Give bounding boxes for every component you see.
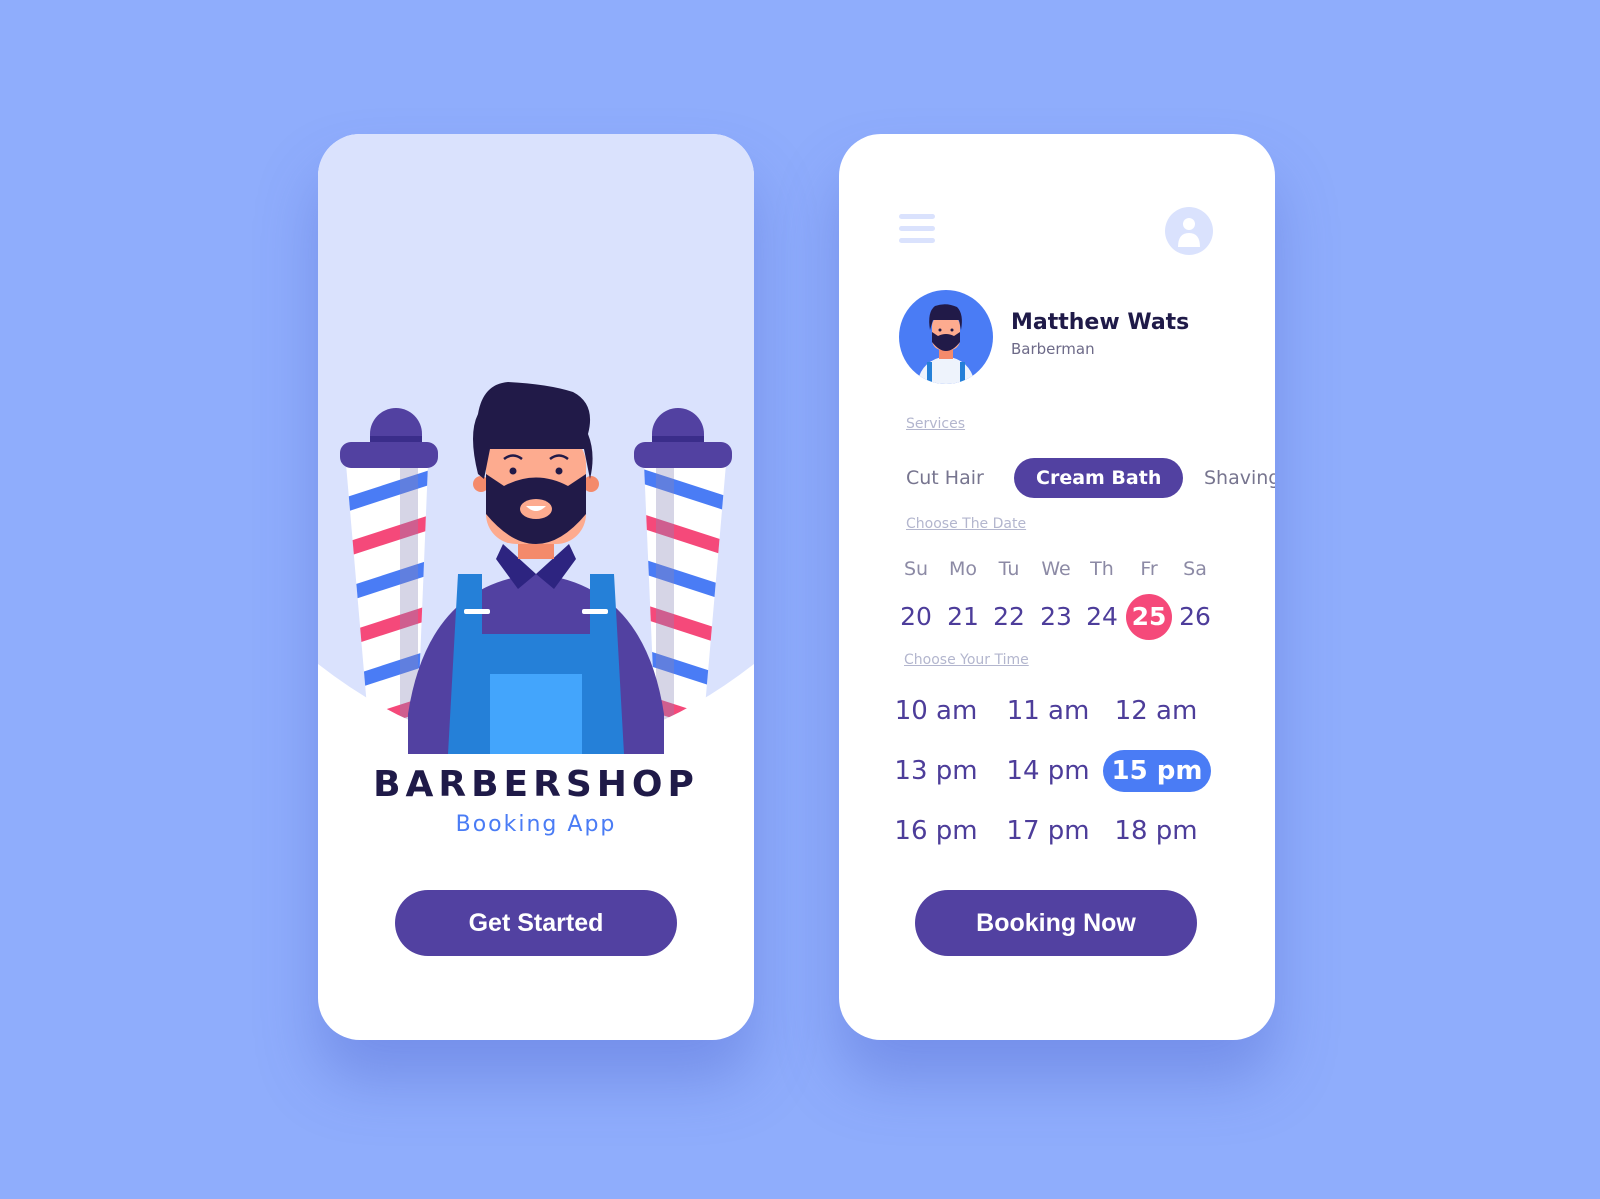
user-profile-icon[interactable] <box>1165 207 1213 255</box>
hamburger-menu-icon[interactable] <box>899 214 935 244</box>
app-subtitle: Booking App <box>455 812 617 837</box>
day-number: 21 <box>947 602 979 631</box>
services-list: Cut Hair Cream Bath Shaving <box>906 458 1275 502</box>
barber-role: Barberman <box>1011 340 1095 358</box>
day-sunday[interactable]: Su 20 <box>893 554 939 640</box>
day-name: We <box>1041 558 1071 580</box>
app-title: BARBERSHOP <box>373 764 699 805</box>
day-friday[interactable]: Fr 25 <box>1126 554 1172 640</box>
day-name: Tu <box>998 558 1020 580</box>
date-label: Choose The Date <box>906 516 1027 532</box>
day-monday[interactable]: Mo 21 <box>940 554 986 640</box>
day-number: 23 <box>1040 602 1072 631</box>
time-slot[interactable]: 12 am <box>1113 690 1199 732</box>
service-shaving[interactable]: Shaving <box>1204 458 1275 498</box>
time-slot[interactable]: 10 am <box>893 690 979 732</box>
get-started-button[interactable]: Get Started <box>395 890 677 956</box>
time-slot[interactable]: 14 pm <box>1005 750 1091 792</box>
booking-now-button[interactable]: Booking Now <box>915 890 1197 956</box>
day-tuesday[interactable]: Tu 22 <box>986 554 1032 640</box>
day-number: 26 <box>1179 602 1211 631</box>
day-name: Fr <box>1140 558 1158 580</box>
service-cut-hair[interactable]: Cut Hair <box>906 458 984 498</box>
booking-screen: Matthew Wats Barberman Services Cut Hair… <box>839 134 1275 1040</box>
services-label: Services <box>906 416 966 432</box>
day-name: Th <box>1090 558 1114 580</box>
day-saturday[interactable]: Sa 26 <box>1172 554 1218 640</box>
day-thursday[interactable]: Th 24 <box>1079 554 1125 640</box>
time-slot-selected[interactable]: 15 pm <box>1103 750 1211 792</box>
time-label: Choose Your Time <box>904 652 1029 668</box>
time-slot[interactable]: 13 pm <box>893 750 979 792</box>
time-slot[interactable]: 11 am <box>1005 690 1091 732</box>
day-name: Mo <box>948 558 978 580</box>
day-number: 22 <box>993 602 1025 631</box>
day-number-selected: 25 <box>1126 594 1172 640</box>
welcome-screen: BARBERSHOP Booking App Get Started <box>318 134 754 1040</box>
barber-character-icon <box>408 382 664 754</box>
day-wednesday[interactable]: We 23 <box>1033 554 1079 640</box>
day-number: 20 <box>900 602 932 631</box>
day-name: Sa <box>1183 558 1207 580</box>
service-cream-bath[interactable]: Cream Bath <box>1014 458 1184 498</box>
time-slot[interactable]: 18 pm <box>1113 810 1199 852</box>
time-slot[interactable]: 16 pm <box>893 810 979 852</box>
time-slot[interactable]: 17 pm <box>1005 810 1091 852</box>
barber-avatar <box>899 290 993 384</box>
day-number: 24 <box>1086 602 1118 631</box>
barber-name: Matthew Wats <box>1011 310 1190 335</box>
day-name: Su <box>903 558 929 580</box>
